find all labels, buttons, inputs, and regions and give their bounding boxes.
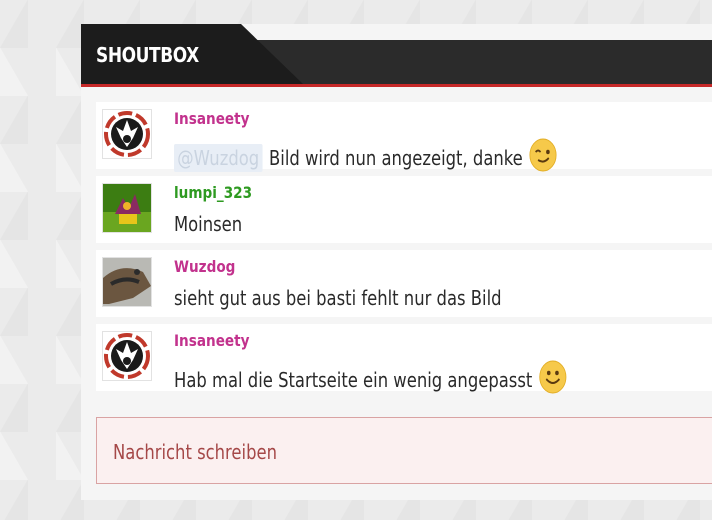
header-accent-line bbox=[81, 84, 712, 87]
avatar[interactable] bbox=[102, 183, 152, 233]
message-text-row: Moinsen bbox=[174, 212, 242, 236]
message-text: sieht gut aus bei basti fehlt nur das Bi… bbox=[174, 286, 502, 310]
shoutbox-widget: SHOUTBOX Insaneety @Wuzdog Bild wird nun… bbox=[81, 24, 712, 500]
message-item: Wuzdog sieht gut aus bei basti fehlt nur… bbox=[96, 250, 712, 317]
smile-emoji-icon bbox=[539, 360, 567, 399]
avatar[interactable] bbox=[102, 109, 152, 159]
message-text-row: @Wuzdog Bild wird nun angezeigt, danke bbox=[174, 138, 557, 177]
message-author[interactable]: Wuzdog bbox=[174, 257, 235, 276]
message-item: Insaneety Hab mal die Startseite ein wen… bbox=[96, 324, 712, 394]
message-item: lumpi_323 Moinsen bbox=[96, 176, 712, 243]
message-text: Hab mal die Startseite ein wenig angepas… bbox=[174, 367, 533, 392]
insaneety-logo-icon bbox=[104, 333, 150, 379]
message-author[interactable]: Insaneety bbox=[174, 331, 250, 350]
message-author[interactable]: Insaneety bbox=[174, 109, 250, 128]
message-list[interactable]: Insaneety @Wuzdog Bild wird nun angezeig… bbox=[96, 102, 712, 398]
shoutbox-header: SHOUTBOX bbox=[81, 24, 712, 87]
mention-tag[interactable]: @Wuzdog bbox=[174, 143, 263, 172]
shoutbox-title: SHOUTBOX bbox=[96, 43, 199, 67]
avatar[interactable] bbox=[102, 331, 152, 381]
avatar[interactable] bbox=[102, 257, 152, 307]
insaneety-logo-icon bbox=[104, 111, 150, 157]
message-text-row: sieht gut aus bei basti fehlt nur das Bi… bbox=[174, 286, 502, 310]
lumpi-avatar-icon bbox=[103, 184, 151, 232]
message-item: Insaneety @Wuzdog Bild wird nun angezeig… bbox=[96, 102, 712, 172]
message-input-box[interactable]: Nachricht schreiben bbox=[96, 417, 712, 484]
wuzdog-avatar-icon bbox=[103, 258, 151, 306]
message-text: Bild wird nun angezeigt, danke bbox=[269, 145, 523, 170]
message-input[interactable] bbox=[97, 418, 712, 483]
message-author[interactable]: lumpi_323 bbox=[174, 183, 252, 202]
message-text: Moinsen bbox=[174, 212, 243, 236]
wink-emoji-icon bbox=[529, 138, 557, 177]
message-text-row: Hab mal die Startseite ein wenig angepas… bbox=[174, 360, 567, 399]
